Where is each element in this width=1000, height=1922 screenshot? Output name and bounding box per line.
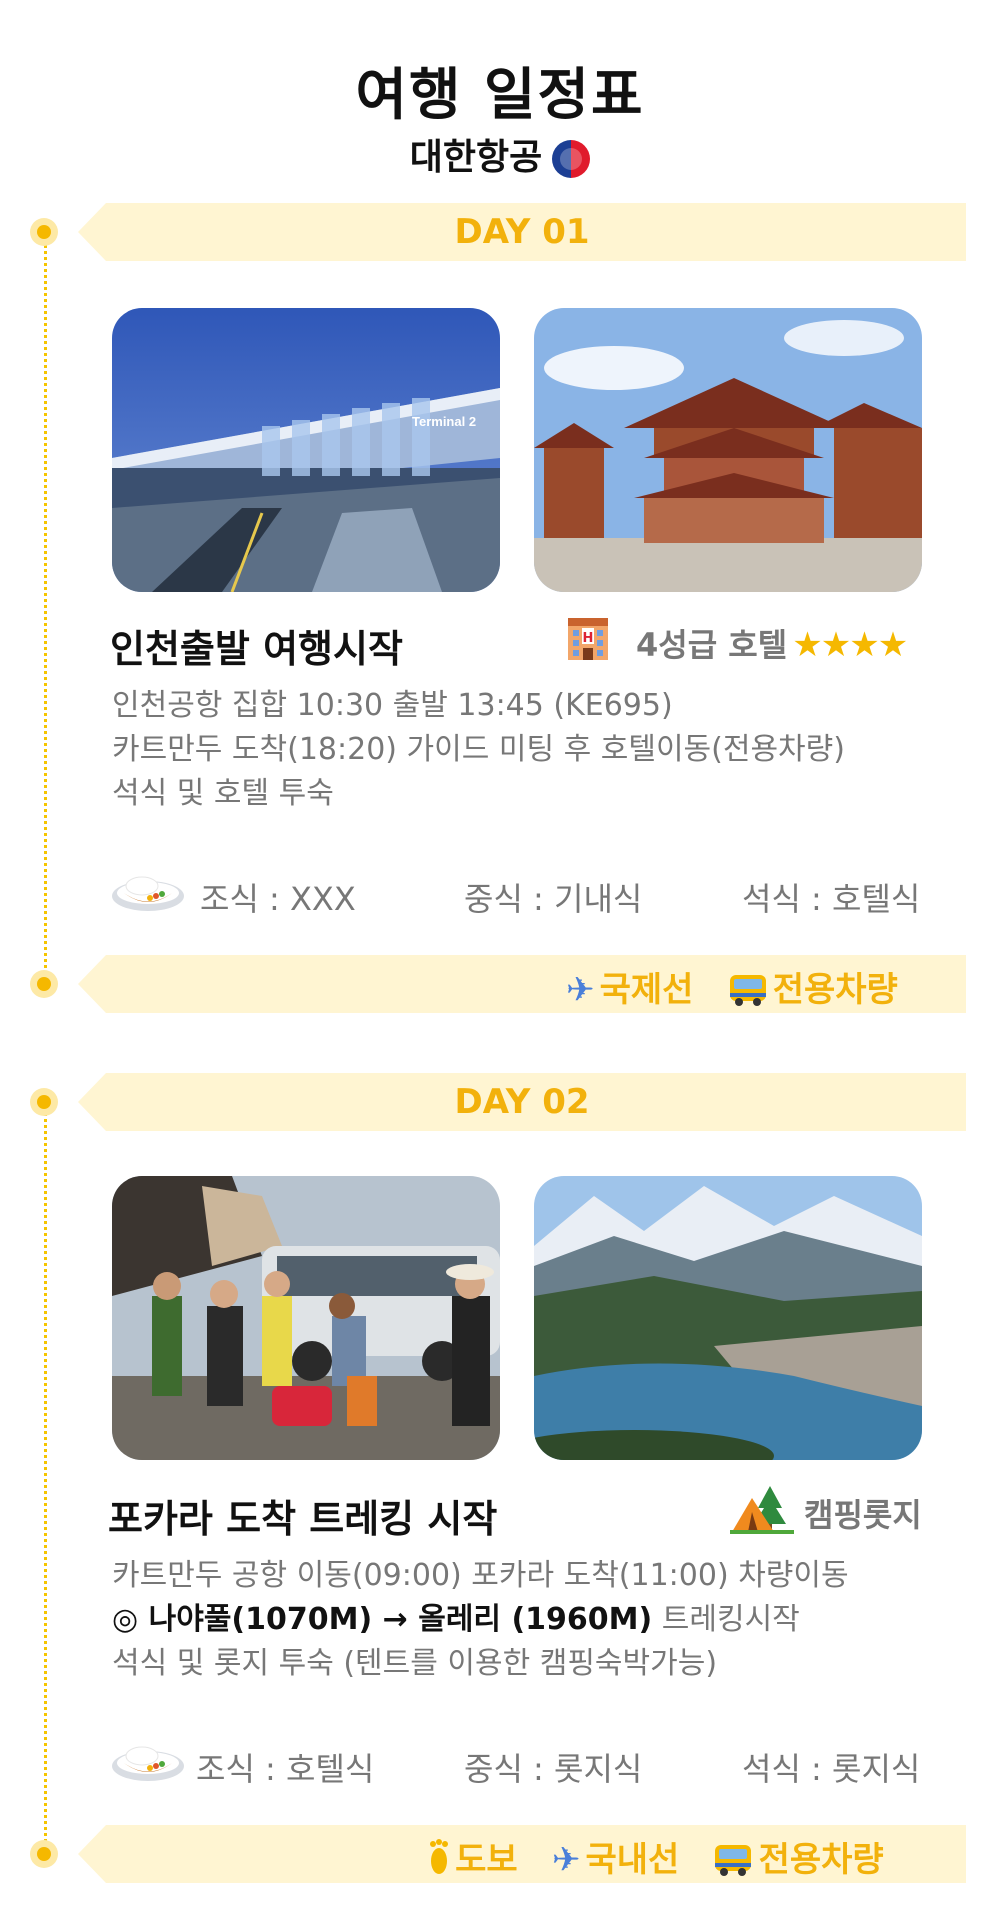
desc-line: 석식 및 롯지 투숙 (텐트를 이용한 캠핑숙박가능) xyxy=(112,1646,718,1681)
camping-icon xyxy=(730,1484,794,1538)
incheon-terminal-photo: Terminal 2 xyxy=(112,308,500,592)
terminal-sign: Terminal 2 xyxy=(412,414,476,429)
breakfast-info: 조식 : 호텔식 xyxy=(196,1750,375,1788)
timeline-dot xyxy=(30,970,58,998)
page-title: 여행 일정표 xyxy=(355,63,645,128)
dinner-info: 석식 : 롯지식 xyxy=(742,1750,921,1788)
day-heading: 인천출발 여행시작 xyxy=(110,627,403,671)
day-description: 카트만두 공항 이동(09:00) 포카라 도착(11:00) 차량이동 ◎ 나… xyxy=(112,1554,849,1686)
lodging-label: 4성급 호텔 xyxy=(636,626,788,664)
curry-rice-icon xyxy=(110,866,186,918)
dinner-info: 석식 : 호텔식 xyxy=(742,880,921,918)
day-label: DAY 01 xyxy=(454,212,590,252)
transport-list: ✈ 국제선 전용차량 xyxy=(566,962,898,1011)
transport-label: 국내선 xyxy=(585,1840,680,1880)
airplane-icon: ✈ xyxy=(551,1840,581,1880)
route-highlight: ◎ 나야풀(1070M) → 올레리 (1960M) xyxy=(112,1602,653,1637)
desc-line: 카트만두 도착(18:20) 가이드 미팅 후 호텔이동(전용차량) xyxy=(112,732,845,767)
airplane-icon: ✈ xyxy=(566,970,595,1010)
pokhara-lake-photo xyxy=(534,1176,922,1460)
bus-icon xyxy=(728,971,768,1011)
hotel-icon: H xyxy=(564,614,612,666)
lodging-label: 캠핑롯지 xyxy=(804,1496,922,1534)
lodging-info: 4성급 호텔 ★★★★ xyxy=(636,620,908,666)
airline-name: 대한항공 xyxy=(0,128,1000,180)
transport-list: 도보 ✈ 국내선 전용차량 xyxy=(428,1832,884,1881)
rating-stars: ★★★★ xyxy=(792,625,908,665)
airline-label: 대한항공 xyxy=(409,137,543,178)
timeline-dot xyxy=(30,1840,58,1868)
route-rest: 트레킹시작 xyxy=(652,1602,800,1637)
timeline-dot xyxy=(30,218,58,246)
transport-label: 전용차량 xyxy=(772,970,898,1010)
lunch-info: 중식 : 기내식 xyxy=(464,880,643,918)
desc-line: 카트만두 공항 이동(09:00) 포카라 도착(11:00) 차량이동 xyxy=(112,1558,849,1593)
lunch-info: 중식 : 롯지식 xyxy=(464,1750,643,1788)
timeline-dot xyxy=(30,1088,58,1116)
footprint-icon xyxy=(428,1839,450,1879)
transport-label: 국제선 xyxy=(599,970,694,1010)
curry-rice-icon xyxy=(110,1736,186,1788)
timeline-line xyxy=(44,232,47,982)
desc-line: 인천공항 집합 10:30 출발 13:45 (KE695) xyxy=(112,688,673,723)
desc-line: 석식 및 호텔 투숙 xyxy=(112,776,334,811)
svg-text:H: H xyxy=(583,631,594,646)
transport-label: 전용차량 xyxy=(758,1840,884,1880)
kathmandu-temple-photo xyxy=(534,308,922,592)
bus-icon xyxy=(713,1841,753,1881)
trekking-group-photo xyxy=(112,1176,500,1460)
desc-line: ◎ 나야풀(1070M) → 올레리 (1960M) 트레킹시작 xyxy=(112,1598,849,1642)
day-label: DAY 02 xyxy=(454,1082,590,1122)
timeline-line xyxy=(44,1100,47,1860)
breakfast-info: 조식 : XXX xyxy=(200,880,356,918)
transport-label: 도보 xyxy=(455,1840,518,1880)
day-description: 인천공항 집합 10:30 출발 13:45 (KE695) 카트만두 도착(1… xyxy=(112,684,845,816)
korean-air-logo-icon xyxy=(552,140,591,178)
day-heading: 포카라 도착 트레킹 시작 xyxy=(108,1497,498,1541)
